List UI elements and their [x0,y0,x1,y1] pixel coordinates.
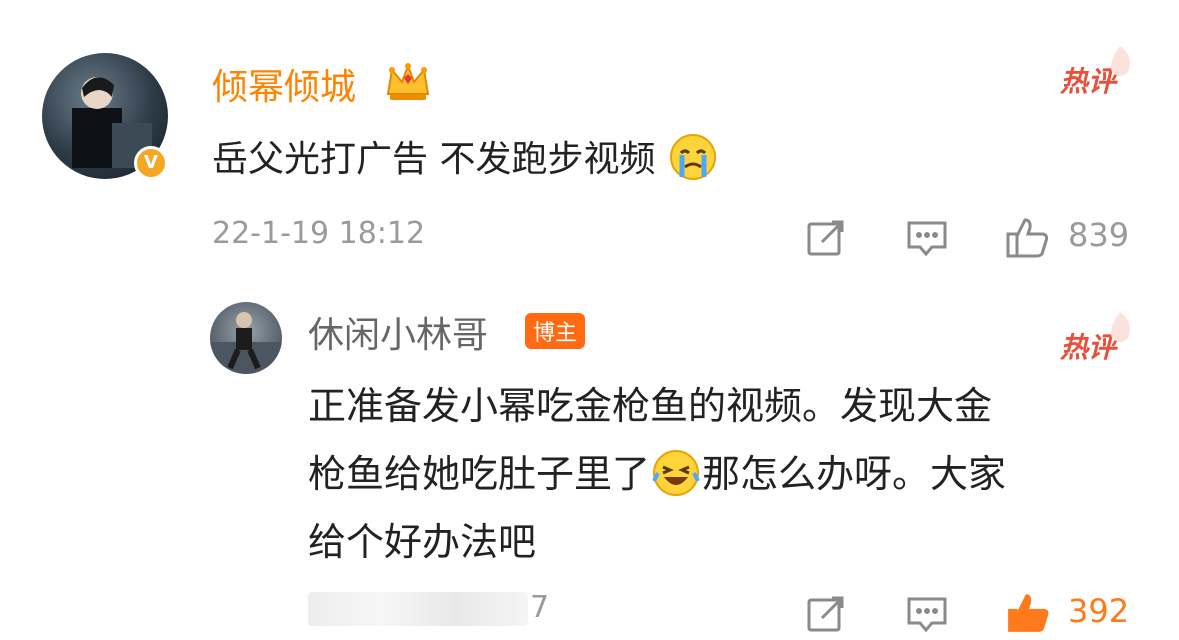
blogger-badge: 博主 [525,313,586,349]
reply-line: 给个好办法吧 [308,520,537,564]
hot-flame-icon [1100,42,1140,86]
like-count: 839 [1068,216,1130,254]
reply-fragment: 那怎么办呀。大家 [702,452,1007,496]
comment-body: 岳父光打广告 不发跑步视频 [212,139,656,180]
repost-icon[interactable] [806,218,846,258]
reply-fragment: 枪鱼给她吃肚子里了 [308,452,651,496]
repost-icon[interactable] [806,594,846,634]
reply-text: 正准备发小幂吃金枪鱼的视频。发现大金 枪鱼给她吃肚子里了 那怎么办呀。大家 给个… [308,372,1128,576]
reply-line: 正准备发小幂吃金枪鱼的视频。发现大金 [308,384,993,428]
hot-flame-icon [1100,308,1140,352]
comment-icon[interactable] [906,594,947,634]
username[interactable]: 倾幂倾城 [212,58,356,110]
reply-username[interactable]: 休闲小林哥 [308,306,488,358]
crown-icon [384,60,432,104]
comment-icon[interactable] [906,218,947,258]
reply-avatar[interactable] [210,302,282,374]
comment-timestamp: 22-1-19 18:12 [212,216,426,251]
comment-text: 岳父光打广告 不发跑步视频 [212,130,719,183]
verified-badge: V [134,146,168,180]
reply-line: 枪鱼给她吃肚子里了 那怎么办呀。大家 [308,440,1128,508]
reply-timestamp-tail: 7 [530,590,550,625]
laughing-emoji-icon [650,447,702,499]
crying-emoji-icon [667,131,719,183]
reply-like-count: 392 [1068,592,1130,630]
thumbs-up-icon[interactable] [1005,588,1049,632]
thumbs-up-icon[interactable] [1005,214,1049,258]
reply-timestamp-blurred [308,592,528,626]
